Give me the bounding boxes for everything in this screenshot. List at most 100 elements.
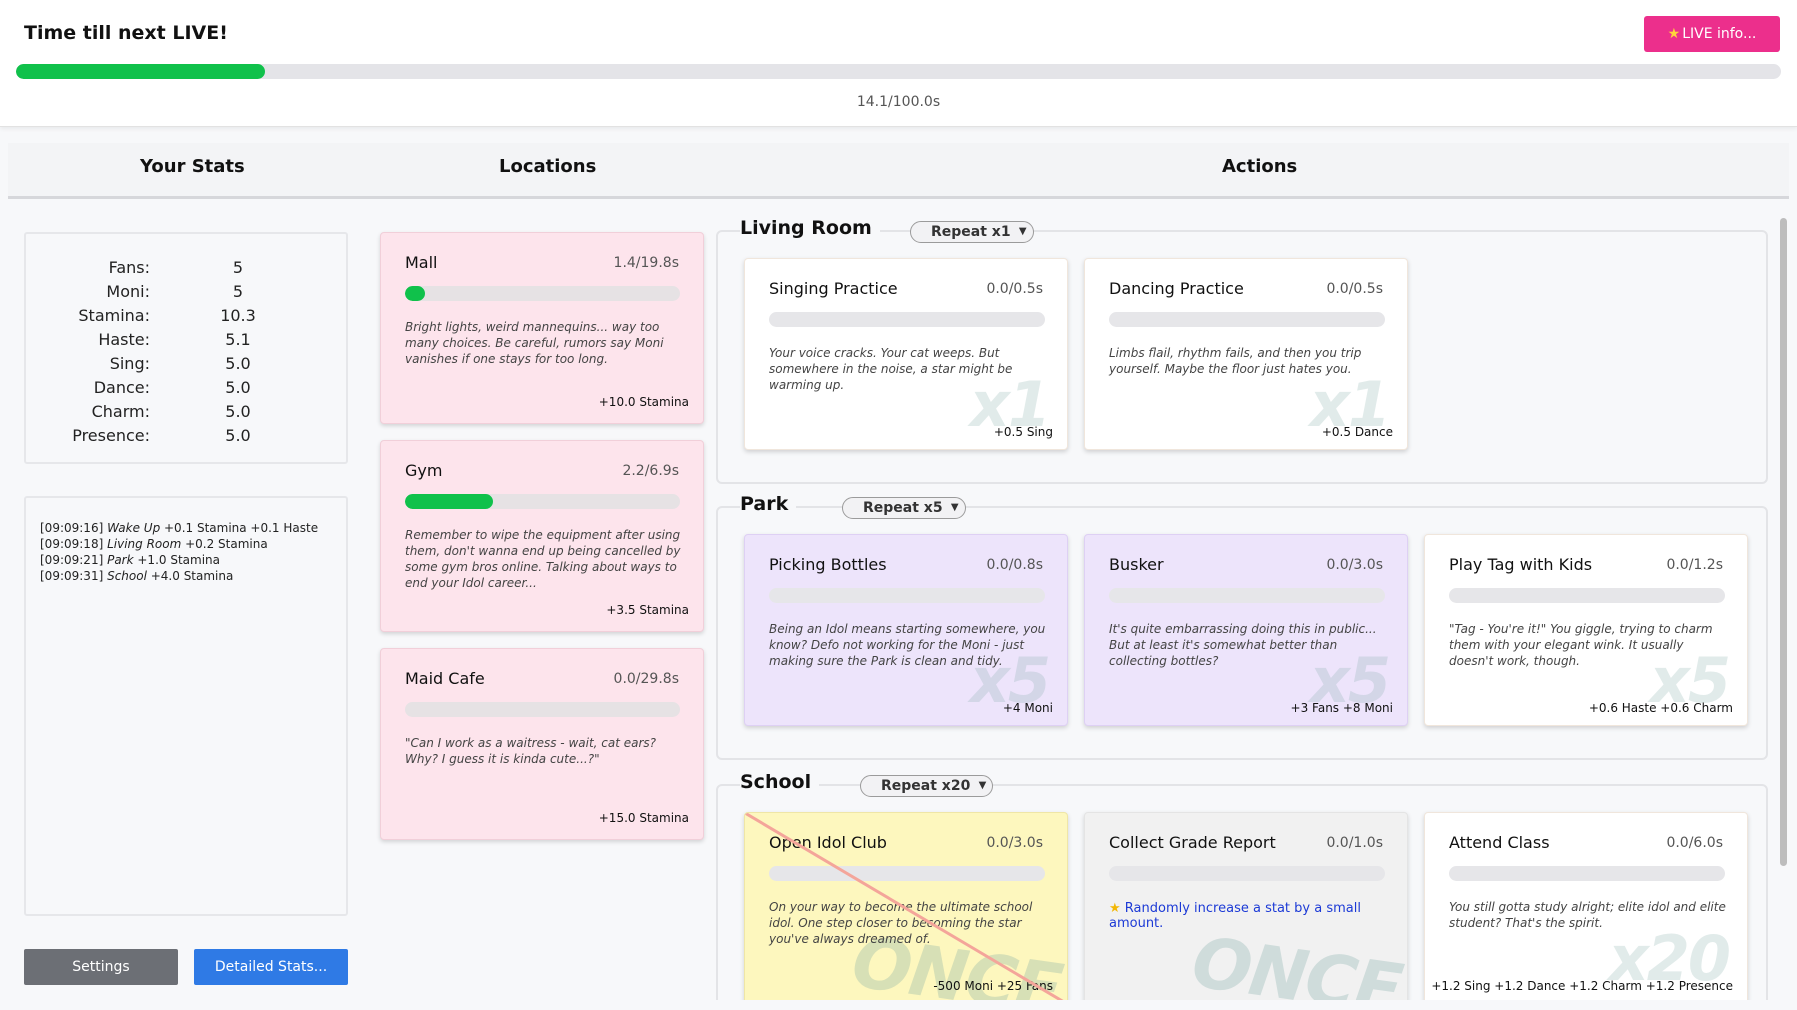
stat-value: 5.0 xyxy=(225,378,251,397)
repeat-label: Repeat x5 xyxy=(863,500,943,516)
action-progress-bar xyxy=(1109,588,1385,603)
location-time: 2.2/6.9s xyxy=(622,463,679,479)
strikethrough-line xyxy=(745,813,1064,1000)
action-progress-bar xyxy=(1449,588,1725,603)
action-reward: +0.6 Haste +0.6 Charm xyxy=(1588,701,1733,715)
location-name: Mall xyxy=(405,253,438,272)
action-description: You still gotta study alright; elite ido… xyxy=(1449,900,1726,930)
repeat-watermark: ONCE xyxy=(1187,920,1406,1000)
stats-header: Your Stats xyxy=(140,156,245,177)
action-name: Dancing Practice xyxy=(1109,279,1244,298)
stat-row: Sing: 5.0 xyxy=(26,354,350,378)
repeat-select[interactable]: Repeat x5 ▼ xyxy=(842,497,966,519)
action-time: 0.0/0.5s xyxy=(1326,281,1383,297)
action-time: 0.0/0.5s xyxy=(986,281,1043,297)
action-progress-bar xyxy=(769,312,1045,327)
actions-scrollbar[interactable] xyxy=(1780,218,1787,866)
stat-value: 5 xyxy=(232,258,244,277)
repeat-label: Repeat x1 xyxy=(931,224,1011,240)
action-time: 0.0/1.2s xyxy=(1666,557,1723,573)
action-card[interactable]: x1 Dancing Practice 0.0/0.5s Limbs flail, r… xyxy=(1084,258,1408,450)
stat-row: Haste: 5.1 xyxy=(26,330,350,354)
random-stat-text: Randomly increase a stat by a small amou… xyxy=(1109,901,1361,931)
action-card[interactable]: ONCE Collect Grade Report 0.0/1.0s ★ Random… xyxy=(1084,812,1408,1000)
log-source: Wake Up xyxy=(107,521,161,535)
star-icon: ★ xyxy=(1667,26,1681,42)
action-description: Limbs flail, rhythm fails, and then you … xyxy=(1109,346,1362,376)
log-text: +0.1 Stamina +0.1 Haste xyxy=(160,521,319,535)
repeat-label: Repeat x20 xyxy=(881,778,971,794)
stat-row: Fans: 5 xyxy=(26,258,350,282)
live-progress-text: 14.1/100.0s xyxy=(856,94,941,110)
log-source: School xyxy=(107,569,147,583)
action-time: 0.0/0.8s xyxy=(986,557,1043,573)
stat-value: 10.3 xyxy=(220,306,256,325)
stat-label: Haste: xyxy=(98,330,150,349)
stat-row: Presence: 5.0 xyxy=(26,426,350,450)
action-reward: +0.5 Dance xyxy=(1321,425,1393,439)
action-card[interactable]: ONCE Open Idol Club 0.0/3.0s On your way to… xyxy=(744,812,1068,1000)
live-timer-title: Time till next LIVE! xyxy=(24,22,228,44)
group-header-line xyxy=(932,506,1768,507)
stat-label: Stamina: xyxy=(78,306,150,325)
action-description: It's quite embarrassing doing this in pu… xyxy=(1109,622,1377,668)
group-title: Living Room xyxy=(740,217,880,239)
location-card[interactable]: Maid Cafe 0.0/29.8s "Can I work as a waitr… xyxy=(380,648,704,840)
action-name: Busker xyxy=(1109,555,1164,574)
location-card[interactable]: Mall 1.4/19.8s Bright lights, weird manneq… xyxy=(380,232,704,424)
location-progress-bar xyxy=(405,286,680,301)
chevron-down-icon: ▼ xyxy=(950,502,959,513)
location-progress-bar xyxy=(405,702,680,717)
repeat-select[interactable]: Repeat x1 ▼ xyxy=(910,221,1034,243)
actions-panel: Living Room Repeat x1 ▼ x1 Singing Practice 0… xyxy=(716,214,1780,1000)
location-card[interactable]: Gym 2.2/6.9s Remember to wipe the equipmen… xyxy=(380,440,704,632)
stat-value: 5.0 xyxy=(225,354,251,373)
action-reward: +4 Moni xyxy=(1002,701,1053,715)
log-source: Living Room xyxy=(107,537,182,551)
stat-value: 5.0 xyxy=(225,426,251,445)
repeat-select[interactable]: Repeat x20 ▼ xyxy=(860,775,994,797)
stat-value: 5.0 xyxy=(225,402,251,421)
action-description: Being an Idol means starting somewhere, … xyxy=(769,622,1046,668)
live-info-label: LIVE info... xyxy=(1682,26,1757,42)
chevron-down-icon: ▼ xyxy=(978,780,987,791)
live-progress-bar xyxy=(16,64,1781,79)
location-progress-fill xyxy=(405,286,425,301)
action-card[interactable]: x1 Singing Practice 0.0/0.5s Your voice cra… xyxy=(744,258,1068,450)
log-time: [09:09:18] xyxy=(40,537,108,551)
stat-row: Charm: 5.0 xyxy=(26,402,350,426)
location-reward: +15.0 Stamina xyxy=(598,811,689,825)
settings-button[interactable]: Settings xyxy=(24,949,178,985)
stat-label: Moni: xyxy=(106,282,150,301)
action-reward: +0.5 Sing xyxy=(993,425,1053,439)
stats-panel: Fans: 5 Moni: 5 Stamina: 10.3 Haste: 5.1 Sing: 5.… xyxy=(24,232,348,464)
action-card[interactable]: x5 Picking Bottles 0.0/0.8s Being an Idol m… xyxy=(744,534,1068,726)
log-entry: [09:09:16] Wake Up +0.1 Stamina +0.1 Has… xyxy=(40,520,332,536)
location-progress-bar xyxy=(405,494,680,509)
action-reward: +3 Fans +8 Moni xyxy=(1290,701,1393,715)
action-card[interactable]: x5 Play Tag with Kids 0.0/1.2s "Tag - You'r… xyxy=(1424,534,1748,726)
log-source: Park xyxy=(107,553,134,567)
location-reward: +3.5 Stamina xyxy=(606,603,689,617)
locations-header: Locations xyxy=(499,156,597,177)
live-timer-panel: Time till next LIVE! ★ LIVE info... 14.1/… xyxy=(0,0,1797,127)
stat-row: Dance: 5.0 xyxy=(26,378,350,402)
action-name: Play Tag with Kids xyxy=(1449,555,1593,574)
action-card[interactable]: x5 Busker 0.0/3.0s It's quite embarrassing … xyxy=(1084,534,1408,726)
action-progress-bar xyxy=(1109,866,1385,881)
location-name: Gym xyxy=(405,461,443,480)
location-description: Remember to wipe the equipment after usi… xyxy=(405,528,681,590)
action-card[interactable]: x20 Attend Class 0.0/6.0s You still gotta s… xyxy=(1424,812,1748,1000)
action-description: "Tag - You're it!" You giggle, trying to… xyxy=(1449,622,1713,668)
star-icon: ★ xyxy=(1109,901,1125,916)
action-reward: +1.2 Sing +1.2 Dance +1.2 Charm +1.2 Pre… xyxy=(1431,979,1733,993)
action-name: Attend Class xyxy=(1449,833,1550,852)
live-info-button[interactable]: ★ LIVE info... xyxy=(1644,16,1780,52)
detailed-stats-button[interactable]: Detailed Stats... xyxy=(194,949,348,985)
action-name: Picking Bottles xyxy=(769,555,887,574)
actions-header: Actions xyxy=(1222,156,1298,177)
location-name: Maid Cafe xyxy=(405,669,485,688)
stat-label: Charm: xyxy=(91,402,150,421)
action-name: Singing Practice xyxy=(769,279,898,298)
log-text: +1.0 Stamina xyxy=(133,553,220,567)
